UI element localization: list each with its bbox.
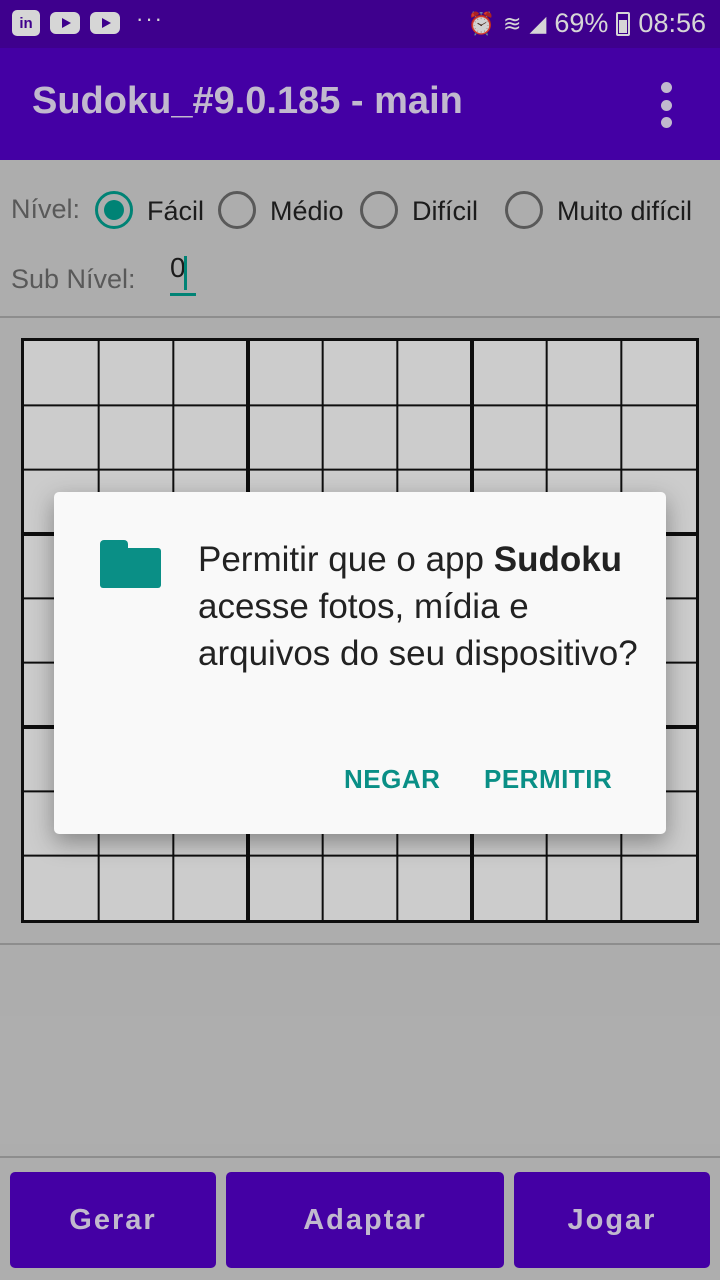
allow-button[interactable]: PERMITIR [484, 764, 612, 795]
deny-button[interactable]: NEGAR [344, 764, 440, 795]
folder-icon [100, 540, 161, 588]
permission-dialog: Permitir que o app Sudoku acesse fotos, … [54, 492, 666, 834]
permission-message: Permitir que o app Sudoku acesse fotos, … [198, 540, 638, 673]
